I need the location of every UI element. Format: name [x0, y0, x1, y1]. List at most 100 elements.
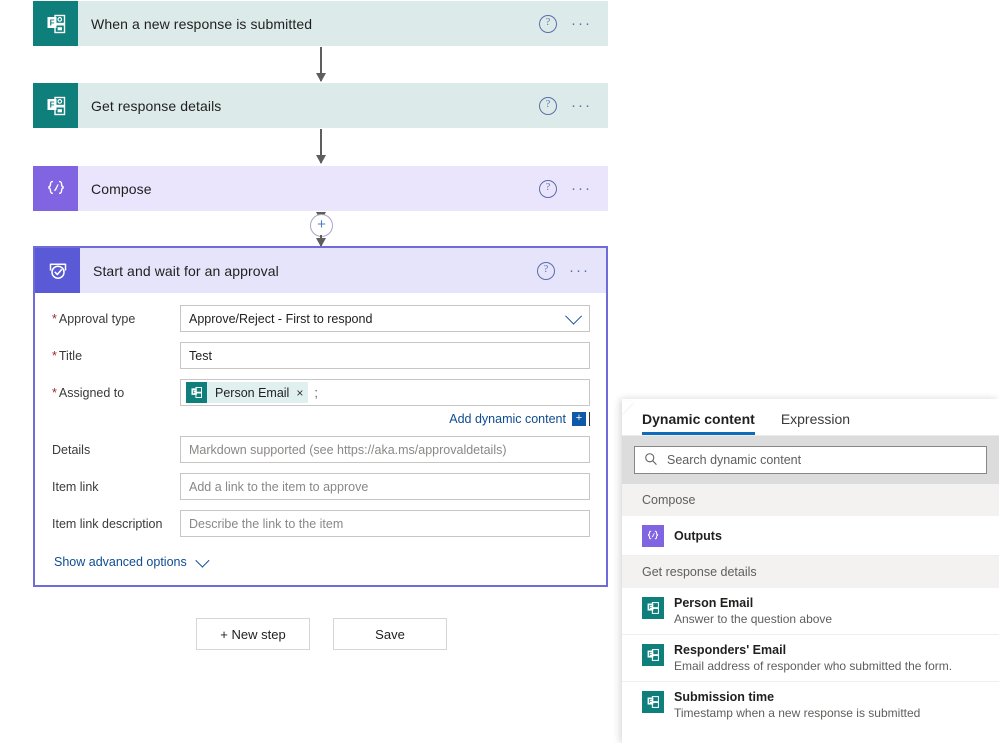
more-menu-icon[interactable]: ···	[571, 16, 592, 31]
text-caret	[589, 412, 590, 426]
field-label-approval-type: * Approval type	[52, 311, 136, 326]
svg-text:F: F	[649, 605, 652, 611]
dynamic-item-title: Submission time	[674, 690, 775, 704]
flow-step-title: When a new response is submitted	[91, 15, 313, 32]
dynamic-item-person-email[interactable]: F Person Email Answer to the question ab…	[622, 588, 999, 635]
tab-expression[interactable]: Expression	[781, 411, 850, 435]
field-label-details: Details	[52, 442, 91, 457]
svg-text:F: F	[649, 699, 652, 705]
microsoft-forms-icon: F	[186, 382, 207, 403]
panel-pointer-caret	[622, 401, 635, 414]
flow-canvas: F When a new response is submitted ? ···…	[0, 0, 640, 743]
form-row-title: * Title Test	[35, 342, 606, 369]
add-step-button[interactable]: +	[310, 214, 333, 237]
card-header-actions: ? ···	[539, 14, 608, 33]
chevron-down-icon[interactable]	[565, 307, 583, 325]
form-row-approval-type: * Approval type Approve/Reject - First to…	[35, 305, 606, 332]
form-row-assigned-to: * Assigned to F Person Email × ;	[35, 379, 606, 406]
dynamic-item-description: Answer to the question above	[674, 612, 833, 626]
item-link-description-placeholder: Describe the link to the item	[189, 516, 344, 531]
help-icon[interactable]: ?	[539, 179, 557, 198]
compose-icon	[33, 166, 78, 211]
item-link-description-input[interactable]: Describe the link to the item	[180, 510, 590, 537]
approval-type-dropdown[interactable]: Approve/Reject - First to respond	[180, 305, 590, 332]
new-step-button[interactable]: + New step	[196, 618, 310, 650]
field-label-title: * Title	[52, 348, 83, 363]
add-dynamic-content-row: Add dynamic content +	[35, 412, 606, 426]
panel-search-band: Search dynamic content	[622, 436, 999, 484]
card-header[interactable]: F Get response details ? ···	[33, 83, 608, 128]
form-row-item-link: Item link Add a link to the item to appr…	[35, 473, 606, 500]
svg-text:F: F	[49, 18, 54, 27]
details-input[interactable]: Markdown supported (see https://aka.ms/a…	[180, 436, 590, 463]
microsoft-forms-icon: F	[642, 644, 664, 666]
flow-step-when-a-new-response-is-submitted[interactable]: F When a new response is submitted ? ···	[33, 1, 608, 46]
add-dynamic-content-link[interactable]: Add dynamic content	[449, 412, 566, 426]
flow-step-compose[interactable]: Compose ? ···	[33, 166, 608, 211]
item-link-placeholder: Add a link to the item to approve	[189, 479, 369, 494]
details-placeholder: Markdown supported (see https://aka.ms/a…	[189, 442, 507, 457]
flow-step-title: Get response details	[91, 97, 222, 114]
connector-arrow-3	[316, 235, 326, 247]
show-advanced-options-link[interactable]: Show advanced options	[54, 555, 187, 569]
required-asterisk: *	[52, 385, 57, 400]
search-dynamic-content-input[interactable]: Search dynamic content	[634, 446, 987, 474]
item-link-input[interactable]: Add a link to the item to approve	[180, 473, 590, 500]
dynamic-group-header-compose: Compose	[622, 484, 999, 516]
svg-text:F: F	[649, 652, 652, 658]
dynamic-item-text: Submission time Timestamp when a new res…	[674, 690, 920, 720]
help-icon[interactable]: ?	[537, 261, 555, 280]
dynamic-item-text: Responders' Email Email address of respo…	[674, 643, 952, 673]
help-icon[interactable]: ?	[539, 96, 557, 115]
more-menu-icon[interactable]: ···	[569, 263, 590, 278]
required-asterisk: *	[52, 311, 57, 326]
field-label-item-link-description: Item link description	[52, 516, 163, 531]
flow-step-start-and-wait-for-an-approval[interactable]: Start and wait for an approval ? ··· * Ap…	[33, 246, 608, 587]
dynamic-content-panel: Dynamic content Expression Search dynami…	[622, 399, 999, 743]
dynamic-item-text: Person Email Answer to the question abov…	[674, 596, 832, 626]
show-advanced-options-row[interactable]: Show advanced options	[35, 547, 606, 569]
dynamic-item-description: Email address of responder who submitted…	[674, 659, 953, 673]
flow-action-buttons: + New step Save	[196, 618, 447, 650]
dynamic-item-outputs[interactable]: Outputs	[622, 516, 999, 556]
compose-icon	[642, 525, 664, 547]
microsoft-forms-icon: F	[642, 597, 664, 619]
title-input[interactable]: Test	[180, 342, 590, 369]
flow-step-get-response-details[interactable]: F Get response details ? ···	[33, 83, 608, 128]
form-row-item-link-description: Item link description Describe the link …	[35, 510, 606, 537]
card-header[interactable]: F When a new response is submitted ? ···	[33, 1, 608, 46]
card-header-actions: ? ···	[539, 96, 608, 115]
help-icon[interactable]: ?	[539, 14, 557, 33]
card-header[interactable]: Start and wait for an approval ? ···	[35, 248, 606, 293]
connector-arrow-1	[316, 47, 326, 82]
microsoft-forms-icon: F	[33, 1, 78, 46]
card-header[interactable]: Compose ? ···	[33, 166, 608, 211]
add-dynamic-content-plus-icon[interactable]: +	[572, 412, 586, 426]
tab-dynamic-content[interactable]: Dynamic content	[642, 411, 755, 435]
flow-step-title: Compose	[91, 180, 152, 197]
form-row-details: Details Markdown supported (see https://…	[35, 436, 606, 463]
svg-text:F: F	[49, 100, 54, 109]
dynamic-item-description: Timestamp when a new response is submitt…	[674, 706, 921, 720]
more-menu-icon[interactable]: ···	[571, 98, 592, 113]
card-header-actions: ? ···	[537, 261, 606, 280]
dynamic-token-person-email[interactable]: F Person Email ×	[186, 382, 309, 403]
approval-type-value: Approve/Reject - First to respond	[189, 311, 373, 326]
search-placeholder: Search dynamic content	[667, 453, 802, 467]
microsoft-forms-icon: F	[642, 691, 664, 713]
connector-arrow-2	[316, 129, 326, 164]
field-label-item-link: Item link	[52, 479, 99, 494]
dynamic-item-submission-time[interactable]: F Submission time Timestamp when a new r…	[622, 682, 999, 728]
dynamic-item-responders-email[interactable]: F Responders' Email Email address of res…	[622, 635, 999, 682]
remove-token-icon[interactable]: ×	[296, 387, 303, 399]
search-icon	[644, 452, 658, 469]
approvals-icon	[35, 248, 80, 293]
more-menu-icon[interactable]: ···	[571, 181, 592, 196]
save-button[interactable]: Save	[333, 618, 447, 650]
assigned-to-input[interactable]: F Person Email × ;	[180, 379, 590, 406]
token-separator: ;	[314, 385, 318, 400]
dynamic-item-text: Outputs	[674, 529, 722, 543]
chevron-down-icon[interactable]	[195, 553, 210, 568]
field-label-assigned-to: * Assigned to	[52, 385, 125, 400]
flow-step-title: Start and wait for an approval	[93, 262, 279, 279]
